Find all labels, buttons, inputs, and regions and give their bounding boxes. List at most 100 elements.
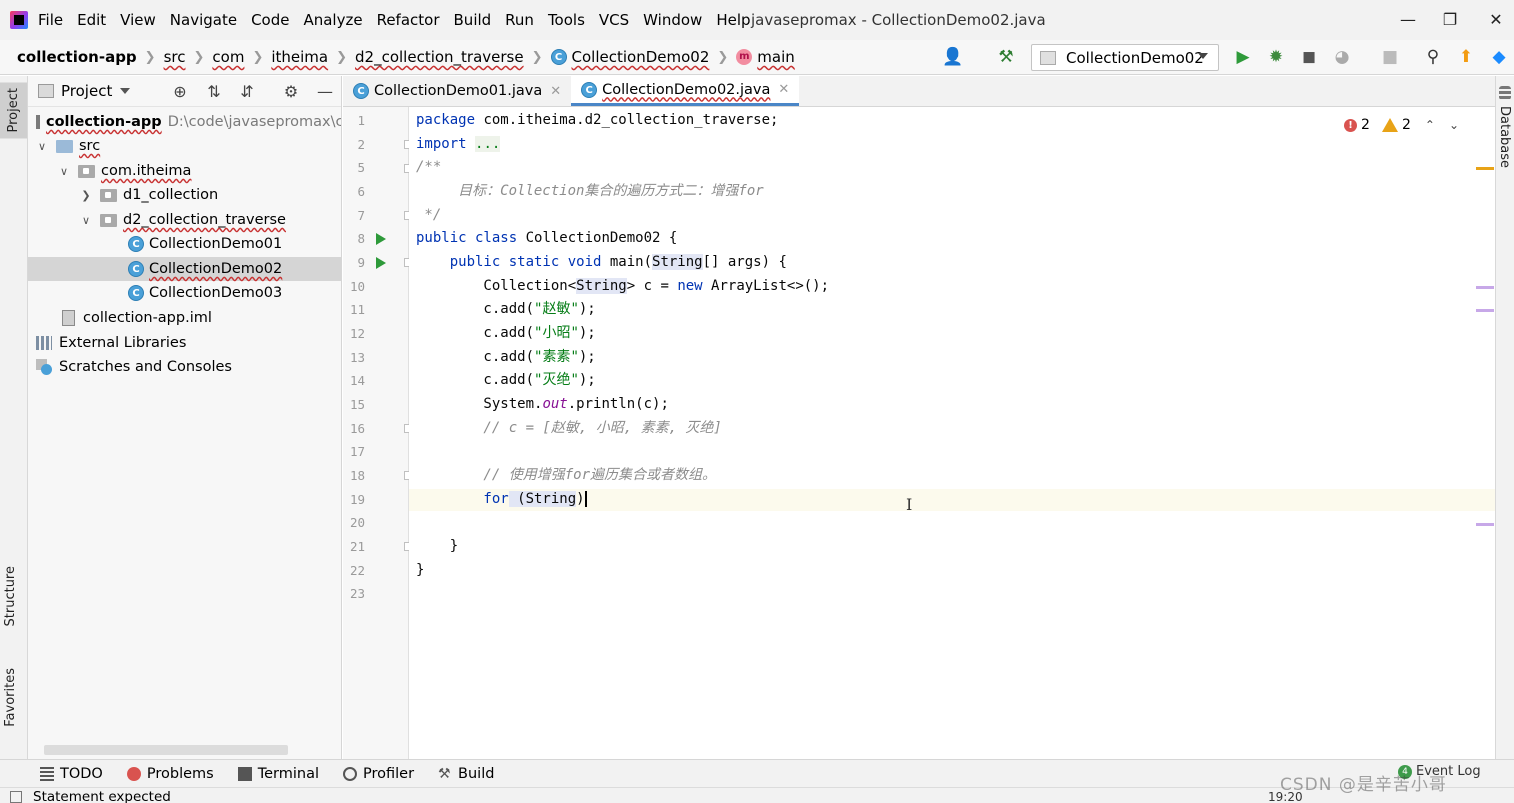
user-icon[interactable]: 👤	[942, 46, 964, 68]
class-icon: C	[353, 83, 369, 99]
tab-structure[interactable]: Structure	[3, 566, 18, 626]
tree-item-d2-collection-traverse[interactable]: ∨ d2_collection_traverse	[28, 208, 341, 232]
line-number: 17	[349, 444, 365, 459]
chevron-right-icon: ❯	[193, 49, 205, 65]
tool-profiler[interactable]: Profiler	[342, 766, 414, 782]
close-window-icon[interactable]: ✕	[1484, 8, 1508, 32]
text-cursor: )	[576, 491, 587, 507]
tree-item-iml[interactable]: collection-app.iml	[28, 306, 341, 330]
code-line-22: }	[416, 562, 425, 578]
info-mark[interactable]	[1476, 523, 1494, 526]
editor-gutter[interactable]: 1 2 5 6 7 8 9 10 11 12 13 14 15 16 17 18…	[343, 107, 413, 759]
locate-icon[interactable]: ⊕	[170, 82, 190, 102]
tab-database[interactable]: Database	[1497, 106, 1512, 168]
tree-item-external-libraries[interactable]: External Libraries	[28, 331, 341, 355]
debug-bug-icon[interactable]: ✹	[1265, 46, 1287, 68]
collapse-all-icon[interactable]: ⇵	[237, 82, 257, 102]
previous-problem-icon[interactable]: ⌃	[1425, 118, 1435, 132]
menu-navigate[interactable]: Navigate	[170, 11, 237, 29]
project-view-select[interactable]: Project	[61, 82, 112, 100]
close-tab-icon[interactable]: ✕	[550, 84, 561, 99]
menu-window[interactable]: Window	[643, 11, 702, 29]
breadcrumb-method[interactable]: main	[757, 48, 794, 66]
breadcrumb-itheima[interactable]: itheima	[271, 48, 328, 66]
gear-icon[interactable]: ⚙	[281, 82, 301, 102]
info-mark[interactable]	[1476, 309, 1494, 312]
folded-imports[interactable]: ...	[475, 136, 501, 152]
breadcrumb-class[interactable]: CollectionDemo02	[572, 48, 710, 66]
menu-build[interactable]: Build	[454, 11, 492, 29]
left-tool-stripe: Project Structure Favorites	[0, 76, 28, 759]
profile-icon[interactable]: ◕	[1331, 46, 1353, 68]
close-tab-icon[interactable]: ✕	[778, 82, 789, 97]
toolbox-icon[interactable]: ◆	[1488, 46, 1510, 68]
tree-item-label: CollectionDemo01	[149, 236, 283, 252]
menu-tools[interactable]: Tools	[548, 11, 585, 29]
horizontal-scrollbar[interactable]	[44, 745, 288, 755]
tab-favorites[interactable]: Favorites	[3, 668, 18, 727]
stop-icon[interactable]: ■	[1379, 46, 1401, 68]
code-line-1: package com.itheima.d2_collection_traver…	[416, 109, 778, 131]
tool-terminal[interactable]: Terminal	[237, 766, 319, 782]
keyword: new	[677, 278, 703, 294]
tree-item-collectiondemo02[interactable]: C CollectionDemo02	[28, 257, 341, 281]
tab-collectiondemo01[interactable]: C CollectionDemo01.java ✕	[343, 76, 571, 106]
restore-icon[interactable]: ❐	[1438, 8, 1462, 32]
status-message: Statement expected	[33, 789, 171, 803]
menu-code[interactable]: Code	[251, 11, 289, 29]
tree-item-scratches[interactable]: Scratches and Consoles	[28, 355, 341, 379]
menu-analyze[interactable]: Analyze	[303, 11, 362, 29]
tree-item-project[interactable]: collection-app D:\code\javasepromax\coll…	[28, 110, 341, 134]
minimize-icon[interactable]: —	[1396, 8, 1420, 32]
hammer-build-icon[interactable]: ⚒	[995, 46, 1017, 68]
menu-help[interactable]: Help	[716, 11, 750, 29]
chevron-down-icon	[1198, 53, 1208, 59]
tree-item-collectiondemo01[interactable]: C CollectionDemo01	[28, 232, 341, 256]
code-line-15: System.out.println(c);	[416, 393, 668, 415]
method-icon: m	[736, 49, 753, 65]
tool-problems[interactable]: Problems	[126, 766, 214, 782]
menu-refactor[interactable]: Refactor	[377, 11, 440, 29]
run-class-icon[interactable]	[376, 233, 386, 245]
info-mark[interactable]	[1476, 286, 1494, 289]
run-configuration-select[interactable]: CollectionDemo02	[1031, 44, 1219, 71]
menu-edit[interactable]: Edit	[77, 11, 106, 29]
tab-collectiondemo02[interactable]: C CollectionDemo02.java ✕	[571, 76, 800, 106]
tree-item-com-itheima[interactable]: ∨ com.itheima	[28, 159, 341, 183]
next-problem-icon[interactable]: ⌄	[1449, 118, 1459, 132]
chevron-down-icon[interactable]: ∨	[58, 165, 70, 178]
run-main-icon[interactable]	[376, 257, 386, 269]
chevron-down-icon[interactable]: ∨	[36, 140, 48, 153]
breadcrumb-project[interactable]: collection-app	[17, 48, 137, 66]
expand-all-icon[interactable]: ⇅	[204, 82, 224, 102]
hide-panel-icon[interactable]: —	[315, 82, 335, 102]
code-text: );	[578, 301, 596, 317]
breadcrumb-src[interactable]: src	[164, 48, 186, 66]
tab-project[interactable]: Project	[0, 82, 27, 139]
menu-vcs[interactable]: VCS	[599, 11, 629, 29]
inspection-widget[interactable]: ! 2 2 ⌃ ⌄	[1344, 117, 1459, 133]
warning-mark[interactable]	[1476, 167, 1494, 170]
error-stripe[interactable]	[1476, 107, 1494, 759]
status-toggle-icon[interactable]	[10, 791, 22, 803]
chevron-down-icon[interactable]	[120, 88, 131, 94]
update-icon[interactable]: ⬆	[1455, 46, 1477, 68]
tree-item-d1-collection[interactable]: ❯ d1_collection	[28, 183, 341, 207]
code-line-6: 目标：Collection集合的遍历方式二：增强for	[416, 183, 764, 199]
menu-file[interactable]: File	[38, 11, 63, 29]
search-icon[interactable]: ⚲	[1422, 46, 1444, 68]
code-line-21: }	[416, 538, 459, 554]
tree-item-src[interactable]: ∨ src	[28, 134, 341, 158]
coverage-icon[interactable]: ◼	[1298, 46, 1320, 68]
menu-view[interactable]: View	[120, 11, 156, 29]
tree-item-collectiondemo03[interactable]: C CollectionDemo03	[28, 281, 341, 305]
code-editor[interactable]: package com.itheima.d2_collection_traver…	[409, 107, 1495, 759]
breadcrumb-package[interactable]: d2_collection_traverse	[355, 48, 524, 66]
chevron-down-icon[interactable]: ∨	[80, 214, 92, 227]
menu-run[interactable]: Run	[505, 11, 534, 29]
breadcrumb-com[interactable]: com	[212, 48, 244, 66]
run-icon[interactable]: ▶	[1232, 46, 1254, 68]
tool-todo[interactable]: TODO	[40, 766, 103, 782]
chevron-right-icon[interactable]: ❯	[80, 189, 92, 202]
tool-build[interactable]: ⚒ Build	[438, 766, 494, 782]
